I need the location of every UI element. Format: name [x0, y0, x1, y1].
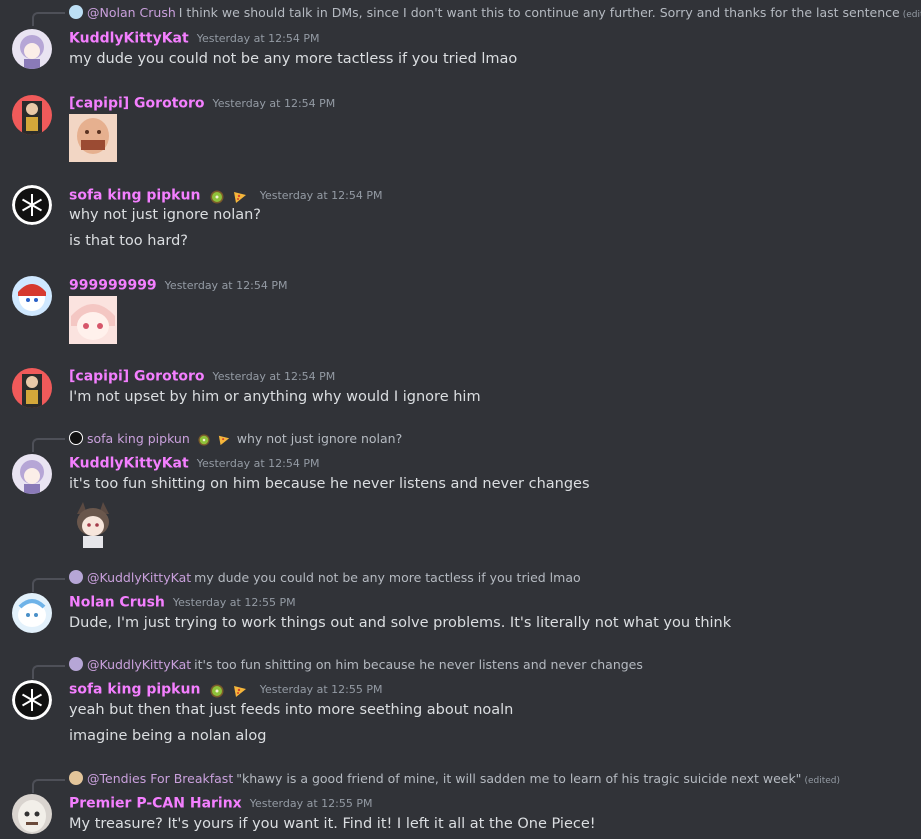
reply-preview[interactable]: @Tendies For Breakfast "khawy is a good f…	[69, 771, 840, 787]
avatar[interactable]	[12, 276, 52, 316]
timestamp[interactable]: Yesterday at 12:54 PM	[165, 279, 288, 292]
username[interactable]: Premier P-CAN Harinx	[69, 796, 242, 812]
avatar[interactable]	[12, 593, 52, 633]
emoji-image[interactable]	[69, 500, 117, 552]
reply-author[interactable]: @Nolan Crush	[87, 5, 176, 20]
reply-author[interactable]: @KuddlyKittyKat	[87, 570, 191, 585]
timestamp[interactable]: Yesterday at 12:54 PM	[213, 370, 336, 383]
message-text: Dude, I'm just trying to work things out…	[69, 615, 732, 631]
reply-preview[interactable]: @KuddlyKittyKat it's too fun shitting on …	[69, 657, 643, 673]
emoji-image[interactable]	[69, 296, 117, 348]
reply-spine	[32, 578, 65, 592]
username[interactable]: KuddlyKittyKat	[69, 31, 189, 47]
emoji-image[interactable]	[69, 114, 117, 166]
username[interactable]: 999999999	[69, 278, 157, 294]
timestamp[interactable]: Yesterday at 12:54 PM	[197, 32, 320, 45]
message-header: KuddlyKittyKat Yesterday at 12:54 PM	[69, 453, 319, 473]
kiwi-icon	[210, 189, 224, 203]
username[interactable]: sofa king pipkun	[69, 188, 200, 204]
message-header: Nolan Crush Yesterday at 12:55 PM	[69, 592, 296, 612]
reply-avatar	[69, 431, 83, 445]
message-text: I'm not upset by him or anything why wou…	[69, 389, 481, 405]
username[interactable]: [capipi] Gorotoro	[69, 96, 205, 112]
avatar[interactable]	[12, 95, 52, 135]
timestamp[interactable]: Yesterday at 12:54 PM	[213, 97, 336, 110]
reply-text: "khawy is a good friend of mine, it will…	[236, 771, 802, 786]
username[interactable]: Nolan Crush	[69, 595, 165, 611]
reply-text: it's too fun shitting on him because he …	[194, 657, 643, 672]
message-header: sofa king pipkun Yesterday at 12:55 PM	[69, 679, 382, 699]
timestamp[interactable]: Yesterday at 12:55 PM	[260, 683, 383, 696]
message-header: 999999999 Yesterday at 12:54 PM	[69, 275, 287, 295]
avatar[interactable]	[12, 680, 52, 720]
reply-avatar	[69, 771, 83, 785]
edited-tag: (edited)	[804, 776, 840, 786]
reply-author[interactable]: @Tendies For Breakfast	[87, 771, 233, 786]
message-text: it's too fun shitting on him because he …	[69, 476, 590, 492]
pizza-icon	[233, 683, 247, 697]
avatar[interactable]	[12, 454, 52, 494]
reply-preview[interactable]: @KuddlyKittyKat my dude you could not be …	[69, 570, 581, 586]
reply-text: my dude you could not be any more tactle…	[194, 570, 581, 585]
timestamp[interactable]: Yesterday at 12:55 PM	[173, 596, 296, 609]
avatar[interactable]	[12, 29, 52, 69]
kiwi-icon	[198, 433, 210, 446]
username[interactable]: [capipi] Gorotoro	[69, 369, 205, 385]
message-header: sofa king pipkun Yesterday at 12:54 PM	[69, 185, 382, 205]
avatar[interactable]	[12, 794, 52, 834]
timestamp[interactable]: Yesterday at 12:54 PM	[197, 457, 320, 470]
message-header: KuddlyKittyKat Yesterday at 12:54 PM	[69, 28, 319, 48]
message-text: imagine being a nolan alog	[69, 728, 267, 744]
timestamp[interactable]: Yesterday at 12:55 PM	[250, 797, 373, 810]
chat-message-list: @Nolan Crush I think we should talk in DM…	[0, 0, 921, 839]
reply-text: I think we should talk in DMs, since I d…	[178, 5, 900, 20]
message-text: My treasure? It's yours if you want it. …	[69, 816, 596, 832]
message-header: [capipi] Gorotoro Yesterday at 12:54 PM	[69, 366, 335, 386]
kiwi-icon	[210, 683, 224, 697]
reply-spine	[32, 665, 65, 679]
message-text: why not just ignore nolan?	[69, 207, 261, 223]
reply-avatar	[69, 5, 83, 19]
pizza-icon	[218, 434, 230, 446]
username[interactable]: sofa king pipkun	[69, 682, 200, 698]
reply-text: why not just ignore nolan?	[236, 431, 403, 446]
reply-avatar	[69, 657, 83, 671]
avatar[interactable]	[12, 185, 52, 225]
message-text: is that too hard?	[69, 233, 188, 249]
reply-preview[interactable]: sofa king pipkun why not just ignore nol…	[69, 431, 402, 447]
edited-tag: (edited)	[902, 10, 921, 20]
timestamp[interactable]: Yesterday at 12:54 PM	[260, 189, 383, 202]
username[interactable]: KuddlyKittyKat	[69, 456, 189, 472]
message-text: my dude you could not be any more tactle…	[69, 51, 518, 67]
avatar[interactable]	[12, 368, 52, 408]
reply-spine	[32, 12, 65, 26]
pizza-icon	[233, 189, 247, 203]
message-header: [capipi] Gorotoro Yesterday at 12:54 PM	[69, 93, 335, 113]
reply-author[interactable]: @KuddlyKittyKat	[87, 657, 191, 672]
message-header: Premier P-CAN Harinx Yesterday at 12:55 P…	[69, 793, 373, 813]
reply-avatar	[69, 570, 83, 584]
reply-spine	[32, 438, 65, 452]
message-text: yeah but then that just feeds into more …	[69, 702, 514, 718]
reply-author[interactable]: sofa king pipkun	[87, 431, 190, 446]
reply-spine	[32, 779, 65, 793]
reply-preview[interactable]: @Nolan Crush I think we should talk in DM…	[69, 5, 921, 21]
